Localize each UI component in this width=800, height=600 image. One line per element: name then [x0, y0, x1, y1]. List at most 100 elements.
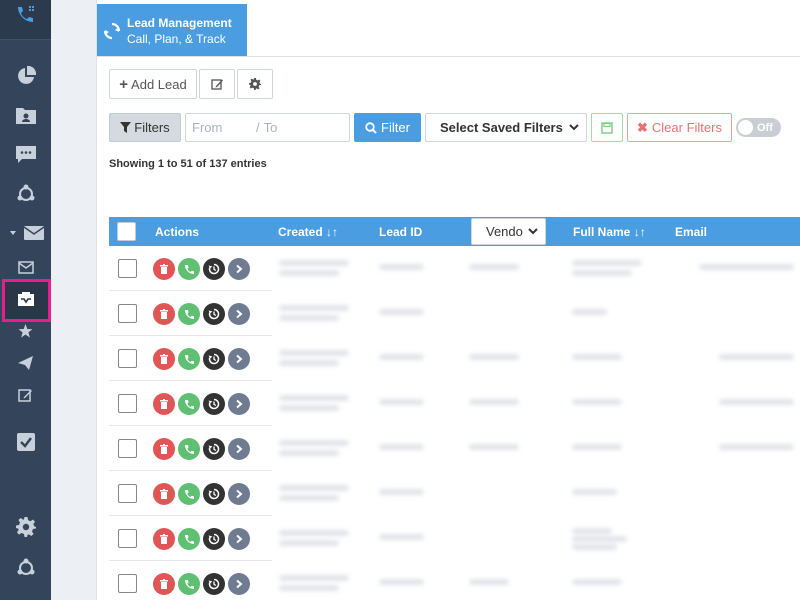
- history-icon: [208, 533, 220, 545]
- table-row[interactable]: [109, 516, 800, 561]
- filters-button[interactable]: Filters: [109, 113, 181, 142]
- table-row[interactable]: [109, 426, 800, 471]
- vendor-filter-select[interactable]: Vendo: [471, 218, 546, 245]
- save-filter-button[interactable]: [591, 113, 623, 142]
- call-lead-button[interactable]: [178, 438, 200, 460]
- phone-icon: [184, 489, 195, 500]
- settings-button[interactable]: [237, 69, 273, 99]
- trash-icon: [159, 488, 169, 500]
- delete-lead-button[interactable]: [153, 393, 175, 415]
- lead-history-button[interactable]: [203, 573, 225, 595]
- contacts-folder-icon[interactable]: [0, 103, 51, 127]
- call-lead-button[interactable]: [178, 348, 200, 370]
- compose-icon[interactable]: [0, 386, 51, 404]
- clear-filters-button[interactable]: ✖ Clear Filters: [627, 113, 732, 142]
- table-row[interactable]: [109, 291, 800, 336]
- open-lead-button[interactable]: [228, 438, 250, 460]
- table-row[interactable]: [109, 471, 800, 516]
- row-checkbox[interactable]: [118, 259, 137, 278]
- table-row[interactable]: [109, 246, 800, 291]
- redacted-cell: [572, 528, 612, 534]
- chat-icon[interactable]: [0, 143, 51, 167]
- open-lead-button[interactable]: [228, 573, 250, 595]
- lead-history-button[interactable]: [203, 348, 225, 370]
- pie-chart-icon[interactable]: [0, 64, 51, 88]
- lead-history-button[interactable]: [203, 393, 225, 415]
- edit-button[interactable]: [199, 69, 235, 99]
- add-lead-button[interactable]: + Add Lead: [109, 69, 197, 99]
- row-actions: [153, 348, 250, 370]
- redacted-cell: [572, 399, 622, 405]
- open-lead-button[interactable]: [228, 483, 250, 505]
- delete-lead-button[interactable]: [153, 348, 175, 370]
- entries-summary: Showing 1 to 51 of 137 entries: [109, 158, 267, 170]
- call-lead-button[interactable]: [178, 573, 200, 595]
- select-all-checkbox[interactable]: [117, 222, 136, 241]
- row-checkbox[interactable]: [118, 439, 137, 458]
- delete-lead-button[interactable]: [153, 303, 175, 325]
- delete-lead-button[interactable]: [153, 258, 175, 280]
- table-row[interactable]: [109, 336, 800, 381]
- redacted-cell: [279, 305, 349, 311]
- star-icon[interactable]: [0, 322, 51, 340]
- redacted-cell: [469, 579, 509, 585]
- open-lead-button[interactable]: [228, 348, 250, 370]
- row-checkbox[interactable]: [118, 349, 137, 368]
- lead-history-button[interactable]: [203, 528, 225, 550]
- row-checkbox[interactable]: [118, 304, 137, 323]
- row-checkbox[interactable]: [118, 574, 137, 593]
- search-icon: [365, 121, 377, 134]
- call-lead-button[interactable]: [178, 258, 200, 280]
- lead-history-button[interactable]: [203, 438, 225, 460]
- table-row[interactable]: [109, 561, 800, 600]
- delete-lead-button[interactable]: [153, 573, 175, 595]
- lead-history-button[interactable]: [203, 483, 225, 505]
- send-icon[interactable]: [0, 354, 51, 372]
- row-actions: [153, 303, 250, 325]
- date-from-field[interactable]: From: [192, 120, 256, 135]
- redacted-cell: [279, 360, 339, 366]
- funnel-icon: [120, 122, 132, 133]
- row-checkbox[interactable]: [118, 529, 137, 548]
- column-full-name[interactable]: Full Name ↓↑: [573, 225, 646, 239]
- open-lead-button[interactable]: [228, 258, 250, 280]
- redacted-cell: [699, 264, 794, 270]
- row-checkbox[interactable]: [118, 394, 137, 413]
- table-header: Actions Created ↓↑ Lead ID Vendo Full Na…: [109, 217, 800, 246]
- column-email[interactable]: Email: [675, 225, 707, 239]
- settings-gear-icon[interactable]: [0, 514, 51, 540]
- lead-history-button[interactable]: [203, 258, 225, 280]
- open-lead-button[interactable]: [228, 303, 250, 325]
- table-row[interactable]: [109, 381, 800, 426]
- delete-lead-button[interactable]: [153, 528, 175, 550]
- call-lead-button[interactable]: [178, 483, 200, 505]
- delete-lead-button[interactable]: [153, 483, 175, 505]
- call-lead-button[interactable]: [178, 528, 200, 550]
- saved-filters-select[interactable]: Select Saved Filters: [425, 113, 587, 142]
- open-lead-button[interactable]: [228, 528, 250, 550]
- redacted-cell: [279, 540, 339, 546]
- date-to-field[interactable]: To: [264, 120, 278, 135]
- mail-menu-toggle[interactable]: [0, 222, 51, 244]
- phone-icon[interactable]: [0, 4, 51, 26]
- column-created[interactable]: Created ↓↑: [278, 225, 338, 239]
- apply-filter-button[interactable]: Filter: [354, 113, 421, 142]
- lead-history-button[interactable]: [203, 303, 225, 325]
- history-icon: [208, 308, 220, 320]
- envelope-icon[interactable]: [0, 258, 51, 276]
- network-icon[interactable]: [0, 182, 51, 206]
- redacted-cell: [572, 260, 642, 266]
- task-check-icon[interactable]: [0, 430, 51, 454]
- row-checkbox[interactable]: [118, 484, 137, 503]
- delete-lead-button[interactable]: [153, 438, 175, 460]
- integrations-icon[interactable]: [0, 556, 51, 580]
- call-lead-button[interactable]: [178, 393, 200, 415]
- date-range-input[interactable]: From / To: [185, 113, 350, 142]
- column-lead-id[interactable]: Lead ID: [379, 225, 422, 239]
- inbox-icon[interactable]: [0, 288, 51, 310]
- call-lead-button[interactable]: [178, 303, 200, 325]
- filter-toggle[interactable]: Off: [736, 118, 781, 137]
- save-icon: [601, 121, 613, 134]
- open-lead-button[interactable]: [228, 393, 250, 415]
- lead-management-tab[interactable]: Lead Management Call, Plan, & Track: [97, 4, 247, 57]
